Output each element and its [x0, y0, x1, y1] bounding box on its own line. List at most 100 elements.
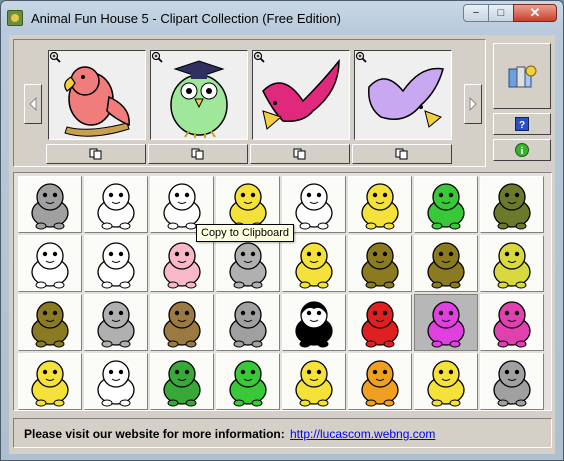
left-arrow-icon	[29, 97, 37, 111]
clipart-pig[interactable]	[150, 235, 214, 292]
flying-magenta-bird-picture	[262, 58, 340, 130]
next-button[interactable]	[464, 84, 482, 124]
clipart-deer[interactable]	[348, 235, 412, 292]
clipart-giraffe[interactable]	[282, 235, 346, 292]
copy-button-2[interactable]	[148, 144, 248, 164]
lion-picture	[361, 360, 399, 407]
info-icon: i	[515, 143, 529, 157]
clipart-owl[interactable]	[480, 235, 544, 292]
green-frog-picture	[427, 183, 465, 230]
panda-picture	[31, 242, 69, 289]
clipart-koala-gray[interactable]	[18, 176, 82, 233]
clipart-crocodile[interactable]	[150, 353, 214, 410]
clipart-donkey[interactable]	[216, 235, 280, 292]
footer-message: Please visit our website for more inform…	[24, 427, 285, 441]
clipart-lion[interactable]	[348, 353, 412, 410]
crocodile-picture	[163, 360, 201, 407]
clipart-crab[interactable]	[216, 353, 280, 410]
clipart-monkey[interactable]	[480, 353, 544, 410]
footer-bar: Please visit our website for more inform…	[13, 418, 552, 448]
clipart-tiger[interactable]	[18, 353, 82, 410]
preview-flying-magenta-bird[interactable]	[252, 50, 350, 140]
help-button[interactable]: ?	[493, 113, 551, 135]
svg-text:i: i	[521, 146, 524, 157]
monkey-picture	[493, 360, 531, 407]
pig-picture	[163, 242, 201, 289]
ladybug-picture	[361, 301, 399, 348]
copy-button-4[interactable]	[352, 144, 452, 164]
copy-to-clipboard-icon	[293, 148, 306, 160]
magenta-bird-picture	[427, 301, 465, 348]
hippo-picture	[295, 360, 333, 407]
right-arrow-icon	[469, 97, 477, 111]
clipart-koala-tree[interactable]	[84, 294, 148, 351]
zoom-icon[interactable]	[49, 51, 61, 63]
penguin-duck-picture	[361, 183, 399, 230]
cow-picture	[97, 242, 135, 289]
clipart-magenta-bird[interactable]	[414, 294, 478, 351]
library-icon	[508, 65, 537, 88]
clipart-gallery	[13, 172, 552, 411]
zoom-icon[interactable]	[253, 51, 265, 63]
clipart-hippo[interactable]	[282, 353, 346, 410]
penguin-picture	[295, 301, 333, 348]
deer-picture	[361, 242, 399, 289]
flying-lavender-bird-picture	[368, 67, 444, 128]
clipart-rabbit[interactable]	[84, 176, 148, 233]
client-area: ? i Copy to Clipboard Please visit our w…	[9, 35, 555, 454]
clipart-bear[interactable]	[150, 294, 214, 351]
copy-button-3[interactable]	[250, 144, 350, 164]
clipart-ladybug[interactable]	[348, 294, 412, 351]
preview-flying-lavender-bird[interactable]	[354, 50, 452, 140]
kangaroo-picture	[427, 242, 465, 289]
website-link[interactable]: http://lucascom.webng.com	[290, 427, 435, 441]
maximize-button[interactable]: □	[488, 4, 514, 22]
clipart-fish[interactable]	[480, 294, 544, 351]
app-icon[interactable]	[7, 10, 23, 26]
preview-parrot-on-branch[interactable]	[48, 50, 146, 140]
close-button[interactable]: ✕	[513, 4, 557, 22]
graduate-owl-picture	[170, 60, 228, 138]
clipart-green-frog[interactable]	[414, 176, 478, 233]
donkey-picture	[229, 242, 267, 289]
minimize-button[interactable]: −	[463, 4, 489, 22]
zoom-icon[interactable]	[355, 51, 367, 63]
copy-to-clipboard-icon	[89, 148, 102, 160]
copy-to-clipboard-icon	[191, 148, 204, 160]
app-window: Animal Fun House 5 - Clipart Collection …	[0, 0, 564, 461]
clipart-squirrel[interactable]	[18, 294, 82, 351]
copy-to-clipboard-icon	[395, 148, 408, 160]
koala-tree-picture	[97, 301, 135, 348]
preview-graduate-owl[interactable]	[150, 50, 248, 140]
title-bar[interactable]: Animal Fun House 5 - Clipart Collection …	[1, 1, 563, 35]
crab-picture	[229, 360, 267, 407]
clipart-raccoon[interactable]	[216, 294, 280, 351]
window-title: Animal Fun House 5 - Clipart Collection …	[31, 11, 341, 26]
clipart-penguin-duck[interactable]	[348, 176, 412, 233]
clipart-penguin[interactable]	[282, 294, 346, 351]
turtle-picture	[493, 183, 531, 230]
fish-picture	[493, 301, 531, 348]
tiger-picture	[31, 360, 69, 407]
copy-button-1[interactable]	[46, 144, 146, 164]
clipart-kangaroo[interactable]	[414, 235, 478, 292]
copy-tooltip: Copy to Clipboard	[196, 224, 295, 242]
info-button[interactable]: i	[493, 139, 551, 161]
giraffe-picture	[295, 242, 333, 289]
koala-gray-picture	[31, 183, 69, 230]
raccoon-picture	[229, 301, 267, 348]
clipart-elephant[interactable]	[84, 353, 148, 410]
elephant-picture	[97, 360, 135, 407]
owl-picture	[493, 242, 531, 289]
previous-button[interactable]	[24, 84, 42, 124]
squirrel-picture	[31, 301, 69, 348]
clipart-turtle[interactable]	[480, 176, 544, 233]
clipart-panda[interactable]	[18, 235, 82, 292]
clipart-cow[interactable]	[84, 235, 148, 292]
help-icon: ?	[515, 117, 529, 131]
svg-text:?: ?	[519, 120, 525, 131]
zoom-icon[interactable]	[151, 51, 163, 63]
sheep-picture	[427, 360, 465, 407]
clipart-sheep[interactable]	[414, 353, 478, 410]
library-button[interactable]	[493, 43, 551, 109]
